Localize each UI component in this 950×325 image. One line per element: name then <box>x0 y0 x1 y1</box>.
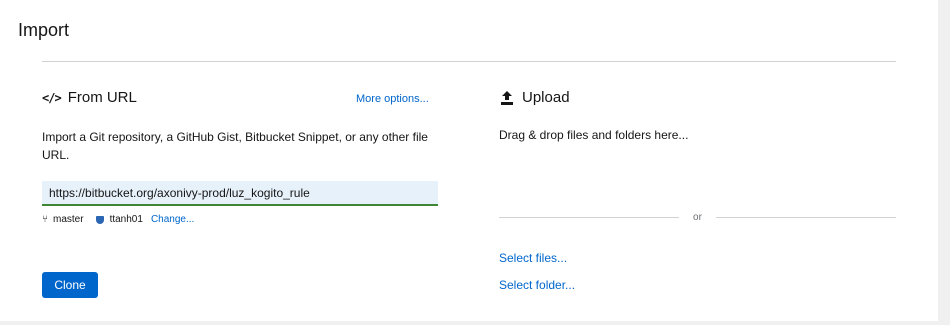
select-files-link[interactable]: Select files... <box>499 251 567 265</box>
url-input[interactable] <box>42 181 438 206</box>
branch-icon: ⑂ <box>42 214 48 225</box>
drop-zone-text[interactable]: Drag & drop files and folders here... <box>499 128 688 142</box>
user-name: ttanh01 <box>109 214 143 225</box>
import-dialog: Import </> From URL More options... Impo… <box>0 0 938 321</box>
or-text: or <box>693 211 702 223</box>
clone-button[interactable]: Clone <box>42 272 98 298</box>
more-options-link[interactable]: More options... <box>356 93 429 105</box>
change-link[interactable]: Change... <box>151 214 194 225</box>
or-line-left <box>499 216 680 218</box>
select-folder-link[interactable]: Select folder... <box>499 278 575 292</box>
code-icon: </> <box>42 90 62 105</box>
branch-name: master <box>53 214 84 225</box>
upload-title: Upload <box>522 89 570 106</box>
from-url-heading: </> From URL <box>42 89 137 106</box>
from-url-description: Import a Git repository, a GitHub Gist, … <box>42 130 428 162</box>
repo-meta: ⑂ master ttanh01 Change... <box>42 214 194 225</box>
upload-heading: Upload <box>499 89 570 106</box>
user-icon <box>95 215 104 224</box>
or-line-right <box>715 216 896 218</box>
from-url-title: From URL <box>67 89 137 106</box>
or-separator: or <box>499 210 896 224</box>
page-title: Import <box>18 20 70 40</box>
divider <box>42 61 896 62</box>
upload-icon <box>501 90 513 105</box>
